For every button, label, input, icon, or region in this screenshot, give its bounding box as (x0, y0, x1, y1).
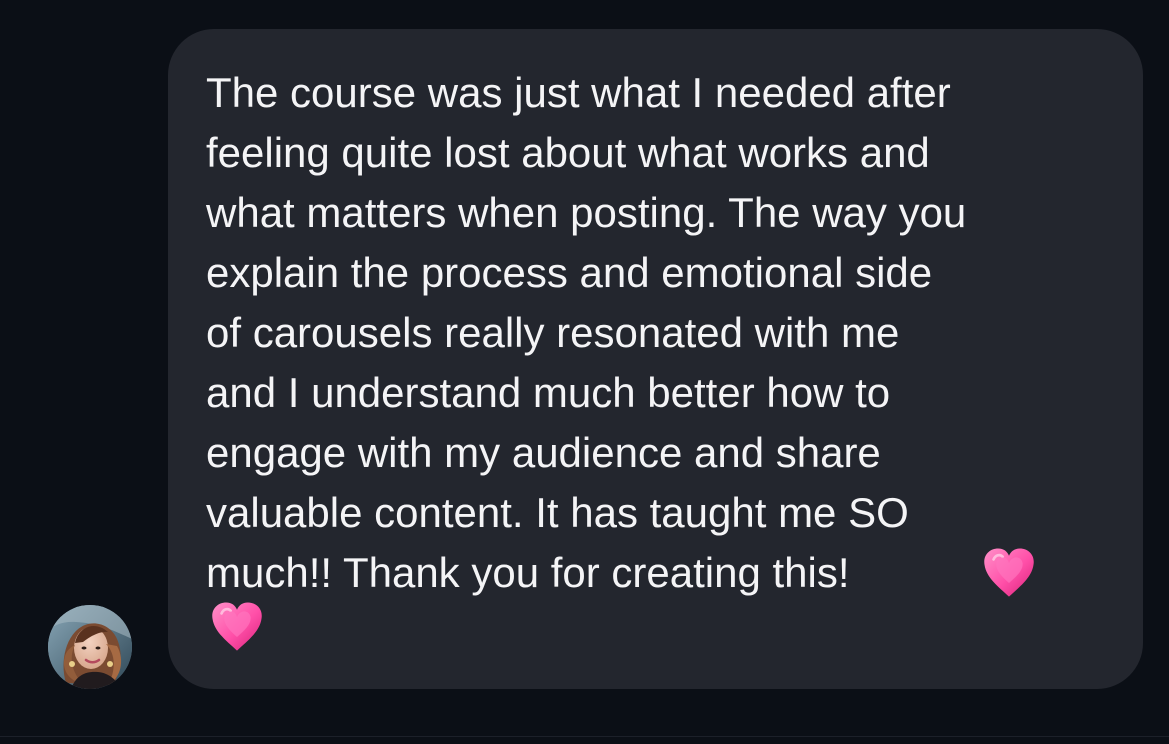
incoming-message-bubble[interactable]: The course was just what I needed after … (168, 29, 1143, 689)
message-line: The course was just what I needed after (206, 69, 951, 116)
message-line: what matters when posting. The way you (206, 189, 967, 236)
avatar-photo (48, 605, 132, 689)
message-thread-screen: The course was just what I needed after … (0, 0, 1169, 744)
pink-heart-icon (208, 598, 266, 656)
pink-heart-icon (980, 544, 1038, 602)
message-line: and I understand much better how to (206, 369, 891, 416)
sender-avatar[interactable] (48, 605, 132, 689)
bottom-divider (0, 736, 1169, 737)
message-line: feeling quite lost about what works and (206, 129, 930, 176)
message-line: of carousels really resonated with me (206, 309, 900, 356)
message-line: engage with my audience and share (206, 429, 881, 476)
message-line: explain the process and emotional side (206, 249, 933, 296)
message-line: valuable content. It has taught me SO (206, 489, 909, 536)
message-text: The course was just what I needed after … (206, 63, 1116, 603)
